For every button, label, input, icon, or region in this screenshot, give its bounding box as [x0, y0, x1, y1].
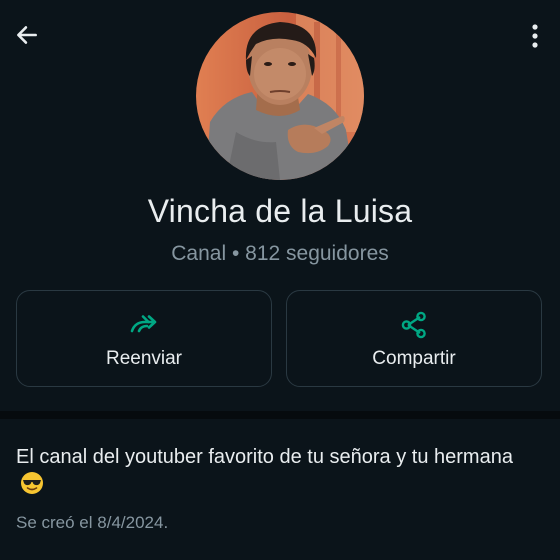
channel-avatar[interactable] [196, 12, 364, 180]
created-date: Se creó el 8/4/2024. [16, 513, 169, 532]
channel-name: Vincha de la Luisa [147, 193, 413, 229]
forward-label: Reenviar [105, 348, 183, 369]
forward-button[interactable]: Reenviar [16, 290, 272, 387]
more-vertical-icon [532, 24, 538, 48]
back-button[interactable] [10, 18, 44, 52]
channel-meta: Canal • 812 seguidores [171, 242, 389, 265]
section-divider [0, 411, 560, 419]
sunglasses-emoji-icon [21, 472, 43, 494]
share-label: Compartir [372, 348, 456, 369]
profile-photo [196, 12, 364, 180]
more-options-button[interactable] [520, 18, 550, 54]
channel-description: El canal del youtuber favorito de tu señ… [16, 443, 544, 499]
share-icon [401, 311, 426, 339]
arrow-left-icon [17, 26, 37, 44]
description-text: El canal del youtuber favorito de tu señ… [16, 446, 513, 468]
forward-icon [130, 315, 157, 333]
share-button[interactable]: Compartir [286, 290, 542, 387]
